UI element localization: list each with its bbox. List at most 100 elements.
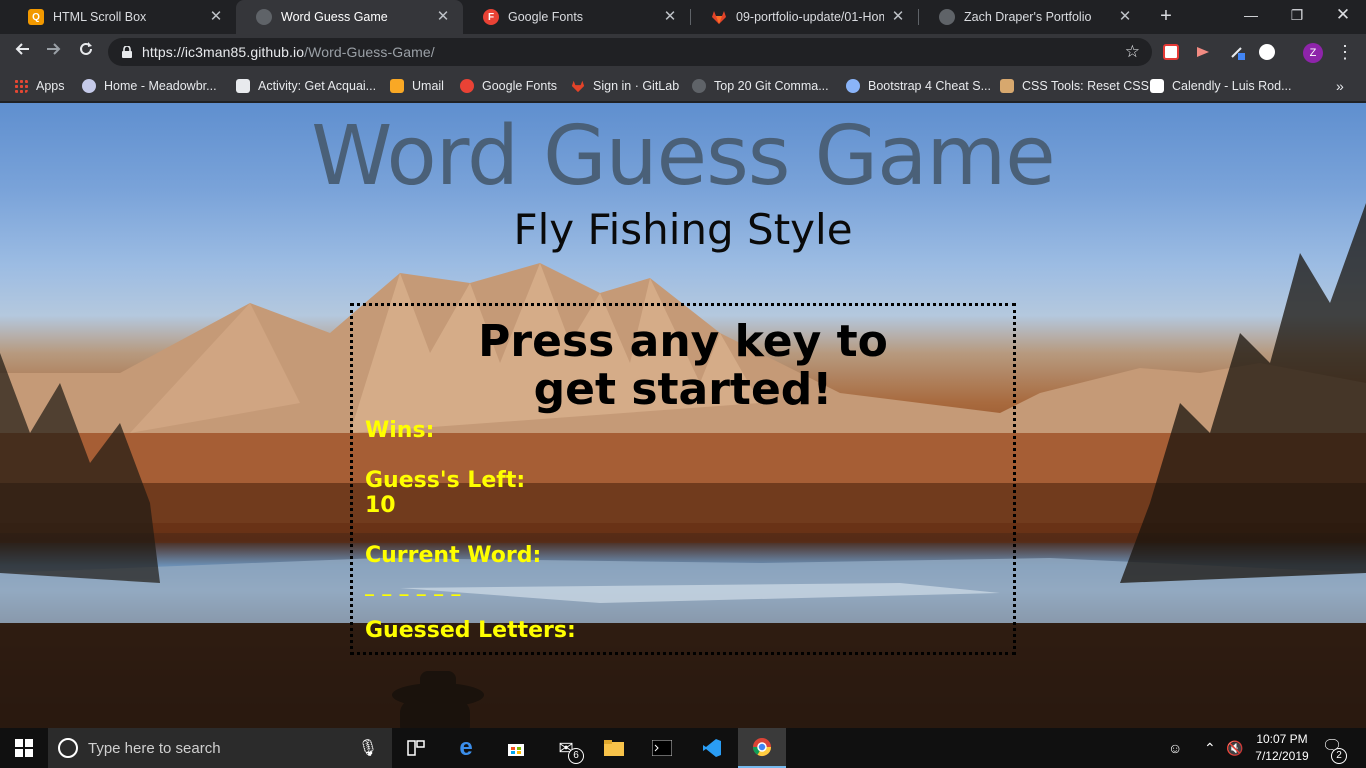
microphone-icon[interactable]: 🎙 — [358, 738, 378, 758]
new-tab-button[interactable]: + — [1154, 4, 1178, 28]
bookmark-umail[interactable]: Umail — [390, 76, 444, 96]
close-icon[interactable]: ✕ — [662, 9, 678, 25]
arrow-left-icon — [15, 43, 29, 55]
bookmark-star-icon[interactable]: ☆ — [1125, 42, 1140, 62]
address-bar[interactable]: https://ic3man85.github.io/Word-Guess-Ga… — [108, 38, 1152, 66]
search-icon — [58, 738, 78, 758]
chrome-icon — [753, 738, 771, 757]
bookmark-gitlab[interactable]: Sign in · GitLab — [571, 76, 679, 96]
bookmark-label: Home - Meadowbr... — [104, 79, 217, 93]
tab-title: Word Guess Game — [281, 10, 388, 24]
mail-badge: 6 — [568, 748, 584, 764]
google-fonts-icon — [460, 79, 474, 93]
tab-title: Google Fonts — [508, 10, 584, 24]
document-icon — [236, 79, 250, 93]
tab-title: 09-portfolio-update/01-Home — [736, 10, 884, 24]
tab-word-guess-game[interactable]: Word Guess Game ✕ — [236, 0, 463, 34]
tab-title: HTML Scroll Box — [53, 10, 147, 24]
start-button[interactable] — [0, 728, 48, 768]
page-content: Word Guess Game Fly Fishing Style Press … — [0, 103, 1366, 728]
system-clock[interactable]: 10:07 PM 7/12/2019 — [1248, 731, 1316, 765]
site-icon — [1000, 79, 1014, 93]
close-icon[interactable]: ✕ — [1117, 9, 1133, 25]
clock-date: 7/12/2019 — [1255, 749, 1309, 763]
bookmark-css-tools[interactable]: CSS Tools: Reset CSS — [1000, 76, 1149, 96]
close-icon[interactable]: ✕ — [208, 9, 224, 25]
bookmark-label: Apps — [36, 79, 65, 93]
bookmark-bootstrap[interactable]: Bootstrap 4 Cheat S... — [846, 76, 991, 96]
bookmark-label: Calendly - Luis Rod... — [1172, 79, 1292, 93]
bookmark-google-fonts[interactable]: Google Fonts — [460, 76, 557, 96]
browser-toolbar: https://ic3man85.github.io/Word-Guess-Ga… — [0, 34, 1366, 70]
task-view-icon — [407, 740, 425, 756]
extension-dots-icon[interactable] — [1259, 44, 1275, 60]
taskbar-search-input[interactable]: Type here to search 🎙 — [48, 728, 392, 768]
extension-pocket-icon[interactable] — [1163, 44, 1179, 60]
extension-video-icon[interactable] — [1195, 44, 1211, 60]
notification-badge: 2 — [1331, 748, 1347, 764]
tab-html-scroll-box[interactable]: Q HTML Scroll Box ✕ — [8, 0, 236, 34]
mail-app-button[interactable]: ✉ 6 — [542, 728, 590, 768]
bookmark-meadowbrook[interactable]: Home - Meadowbr... — [82, 76, 217, 96]
tab-google-fonts[interactable]: F Google Fonts ✕ — [463, 0, 690, 34]
gitlab-icon — [571, 79, 585, 93]
tab-title: Zach Draper's Portfolio — [964, 10, 1092, 24]
people-icon[interactable]: ☺ — [1168, 738, 1182, 758]
browser-tab-strip: Q HTML Scroll Box ✕ Word Guess Game ✕ F … — [0, 0, 1366, 34]
reload-button[interactable] — [72, 38, 100, 66]
forward-button[interactable] — [40, 38, 68, 66]
current-word-label: Current Word: — [365, 543, 542, 568]
close-icon[interactable]: ✕ — [435, 9, 451, 25]
store-app-button[interactable] — [492, 728, 540, 768]
chevron-up-icon[interactable]: ⌃ — [1204, 738, 1216, 758]
globe-icon — [939, 9, 955, 25]
bookmark-calendly[interactable]: Calendly - Luis Rod... — [1150, 76, 1292, 96]
page-title: Word Guess Game — [311, 109, 1055, 204]
google-fonts-icon: F — [483, 9, 499, 25]
globe-icon — [256, 9, 272, 25]
bookmark-label: Activity: Get Acquai... — [258, 79, 377, 93]
bookmarks-bar: Apps Home - Meadowbr... Activity: Get Ac… — [0, 70, 1366, 102]
more-menu-icon[interactable]: ⋮ — [1336, 41, 1354, 63]
guessed-letters-label: Guessed Letters: — [365, 618, 576, 643]
chrome-app-button[interactable] — [738, 728, 786, 768]
back-button[interactable] — [8, 38, 36, 66]
current-word-value: _ _ _ _ _ _ — [365, 576, 462, 597]
tab-portfolio-update[interactable]: 09-portfolio-update/01-Home ✕ — [691, 0, 918, 34]
edge-app-button[interactable]: e — [442, 728, 490, 768]
umail-icon — [390, 79, 404, 93]
site-icon — [846, 79, 860, 93]
lock-icon — [120, 45, 134, 59]
profile-avatar[interactable]: Z — [1303, 43, 1323, 63]
window-close-button[interactable]: ✕ — [1320, 0, 1366, 32]
bookmark-apps[interactable]: Apps — [14, 76, 65, 96]
extension-eyedropper-icon[interactable] — [1229, 44, 1245, 60]
file-explorer-button[interactable] — [590, 728, 638, 768]
task-view-button[interactable] — [392, 728, 440, 768]
reload-icon — [80, 42, 92, 55]
url-text: https://ic3man85.github.io/Word-Guess-Ga… — [142, 44, 435, 60]
bookmark-label: CSS Tools: Reset CSS — [1022, 79, 1149, 93]
restore-button[interactable]: ❐ — [1274, 0, 1320, 32]
folder-icon — [604, 740, 624, 756]
bookmark-git-commands[interactable]: Top 20 Git Comma... — [692, 76, 829, 96]
site-icon — [82, 79, 96, 93]
vscode-app-button[interactable] — [688, 728, 736, 768]
minimize-button[interactable]: — — [1228, 0, 1274, 32]
bookmark-label: Top 20 Git Comma... — [714, 79, 829, 93]
vscode-icon — [703, 739, 721, 757]
close-icon[interactable]: ✕ — [890, 9, 906, 25]
game-panel: Press any key to get started! Wins: Gues… — [350, 303, 1016, 655]
bookmark-activity[interactable]: Activity: Get Acquai... — [236, 76, 376, 96]
terminal-icon — [652, 740, 672, 756]
bookmark-label: Google Fonts — [482, 79, 558, 93]
windows-logo-icon — [15, 739, 33, 757]
bookmark-label: Bootstrap 4 Cheat S... — [868, 79, 991, 93]
tab-zach-draper-portfolio[interactable]: Zach Draper's Portfolio ✕ — [919, 0, 1145, 34]
bookmarks-overflow-icon[interactable]: » — [1336, 76, 1344, 96]
bookmark-label: Sign in · GitLab — [593, 79, 680, 93]
terminal-app-button[interactable] — [638, 728, 686, 768]
clock-time: 10:07 PM — [1256, 732, 1308, 746]
guesses-left-value: 10 — [365, 493, 396, 518]
volume-muted-icon[interactable]: 🔇 — [1226, 738, 1243, 758]
